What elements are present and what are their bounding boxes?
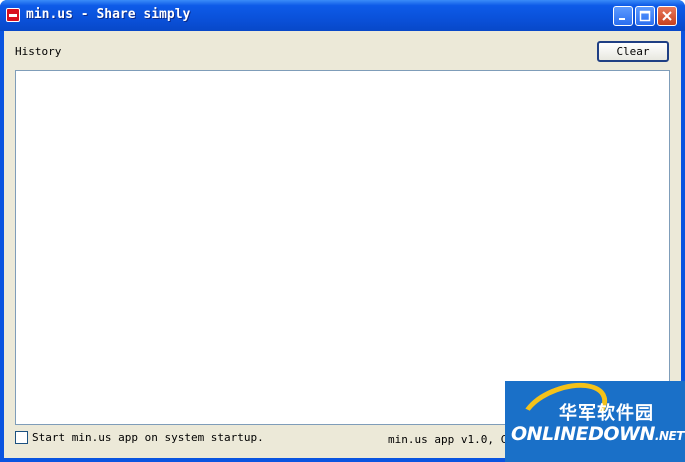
startup-checkbox[interactable] <box>15 431 28 444</box>
watermark-suffix: .NET <box>654 429 684 443</box>
minimize-button[interactable] <box>613 6 633 26</box>
close-button[interactable] <box>657 6 677 26</box>
maximize-button[interactable] <box>635 6 655 26</box>
watermark-chinese-text: 华军软件园 <box>559 403 654 424</box>
history-list[interactable] <box>15 70 670 425</box>
clear-button[interactable]: Clear <box>597 41 669 62</box>
window-title: min.us - Share simply <box>26 7 191 22</box>
watermark-brand: ONLINEDOWN <box>511 423 655 445</box>
minimize-icon <box>619 18 625 20</box>
history-label: History <box>15 45 62 58</box>
app-icon[interactable] <box>6 8 20 22</box>
close-icon <box>662 11 672 21</box>
maximize-icon <box>639 10 651 22</box>
title-bar[interactable]: min.us - Share simply <box>0 0 685 31</box>
watermark-english-text: ONLINEDOWN.NET <box>511 423 684 445</box>
watermark-logo: 华军软件园 ONLINEDOWN.NET <box>505 381 685 462</box>
version-text: min.us app v1.0, Cop <box>388 433 521 446</box>
startup-label[interactable]: Start min.us app on system startup. <box>32 431 264 444</box>
